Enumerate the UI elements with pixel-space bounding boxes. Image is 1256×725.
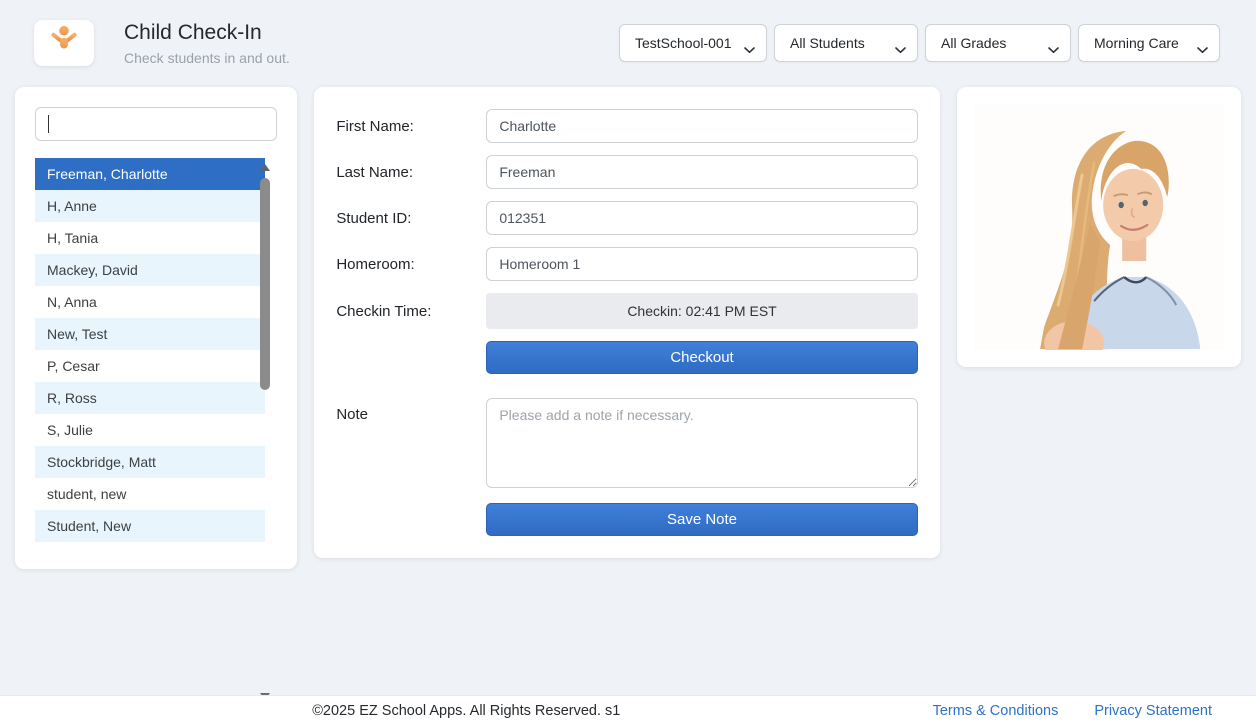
list-item-student[interactable]: Student, New xyxy=(35,510,265,542)
list-item-student[interactable]: H, Tania xyxy=(35,222,265,254)
footer: ©2025 EZ School Apps. All Rights Reserve… xyxy=(0,695,1256,725)
save-note-button[interactable]: Save Note xyxy=(486,503,917,536)
students-filter-value: All Students xyxy=(790,35,865,51)
homeroom-label: Homeroom: xyxy=(336,256,486,273)
text-caret xyxy=(48,115,49,133)
students-filter-select[interactable]: All Students xyxy=(774,24,918,62)
student-detail-panel: First Name: Last Name: Student ID: Homer… xyxy=(314,87,939,558)
scroll-up-icon[interactable] xyxy=(260,164,270,171)
list-item-student[interactable]: Stockbridge, Matt xyxy=(35,446,265,478)
student-photo xyxy=(974,104,1224,350)
list-item-student[interactable]: New, Test xyxy=(35,318,265,350)
child-icon xyxy=(50,25,78,62)
grades-filter-value: All Grades xyxy=(941,35,1006,51)
student-photo-panel xyxy=(957,87,1241,367)
privacy-link[interactable]: Privacy Statement xyxy=(1094,703,1212,719)
list-item-student[interactable]: Mackey, David xyxy=(35,254,265,286)
last-name-label: Last Name: xyxy=(336,164,486,181)
scrollbar-thumb[interactable] xyxy=(260,178,270,390)
student-id-field[interactable] xyxy=(486,201,917,235)
student-id-label: Student ID: xyxy=(336,210,486,227)
list-item-student[interactable]: H, Anne xyxy=(35,190,265,222)
school-select[interactable]: TestSchool-001 xyxy=(619,24,767,62)
chevron-down-icon xyxy=(1197,41,1208,57)
student-list: Freeman, Charlotte H, Anne H, Tania Mack… xyxy=(35,158,277,542)
grades-filter-select[interactable]: All Grades xyxy=(925,24,1071,62)
school-select-value: TestSchool-001 xyxy=(635,35,732,51)
first-name-field[interactable] xyxy=(486,109,917,143)
list-item-student[interactable]: S, Julie xyxy=(35,414,265,446)
first-name-label: First Name: xyxy=(336,118,486,135)
program-select-value: Morning Care xyxy=(1094,35,1179,51)
list-item-student[interactable]: Freeman, Charlotte xyxy=(35,158,265,190)
checkin-time-value: Checkin: 02:41 PM EST xyxy=(486,293,917,329)
page-title: Child Check-In xyxy=(124,21,290,45)
list-item-student[interactable]: student, new xyxy=(35,478,265,510)
filter-bar: TestSchool-001 All Students All Grades M… xyxy=(619,24,1220,62)
student-list-panel: Freeman, Charlotte H, Anne H, Tania Mack… xyxy=(15,87,297,569)
note-textarea[interactable] xyxy=(486,398,917,488)
last-name-field[interactable] xyxy=(486,155,917,189)
student-search-input[interactable] xyxy=(35,107,277,141)
checkin-time-label: Checkin Time: xyxy=(336,303,486,320)
list-item-student[interactable]: N, Anna xyxy=(35,286,265,318)
list-item-student[interactable]: P, Cesar xyxy=(35,350,265,382)
page-subtitle: Check students in and out. xyxy=(124,50,290,66)
chevron-down-icon xyxy=(895,41,906,57)
terms-link[interactable]: Terms & Conditions xyxy=(933,703,1059,719)
homeroom-field[interactable] xyxy=(486,247,917,281)
header: Child Check-In Check students in and out… xyxy=(0,0,1256,72)
note-label: Note xyxy=(336,398,486,423)
app-logo xyxy=(34,20,94,66)
checkout-button[interactable]: Checkout xyxy=(486,341,917,374)
content-area: Freeman, Charlotte H, Anne H, Tania Mack… xyxy=(0,72,1256,569)
list-scrollbar[interactable] xyxy=(259,158,271,542)
copyright-text: ©2025 EZ School Apps. All Rights Reserve… xyxy=(0,703,933,719)
program-select[interactable]: Morning Care xyxy=(1078,24,1220,62)
chevron-down-icon xyxy=(1048,41,1059,57)
chevron-down-icon xyxy=(744,41,755,57)
list-item-student[interactable]: R, Ross xyxy=(35,382,265,414)
